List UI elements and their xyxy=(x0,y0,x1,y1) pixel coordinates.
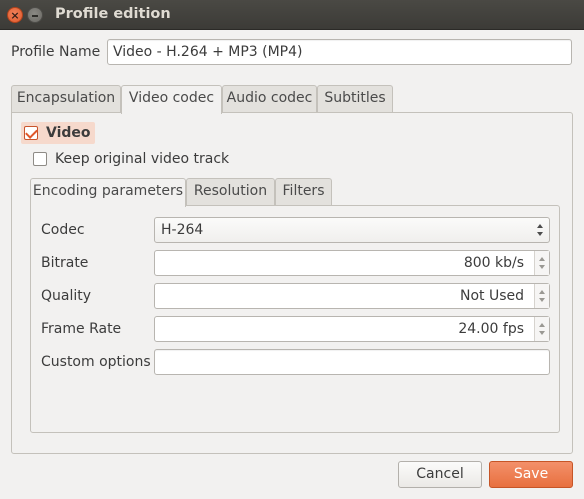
tab-resolution[interactable]: Resolution xyxy=(186,178,275,205)
tab-audio-codec[interactable]: Audio codec xyxy=(222,85,317,112)
custom-options-input[interactable] xyxy=(154,349,550,375)
frame-rate-label: Frame Rate xyxy=(41,321,122,337)
codec-label: Codec xyxy=(41,222,85,238)
quality-spin-buttons[interactable] xyxy=(534,284,549,308)
codec-tabs: Encapsulation Video codec Audio codec Su… xyxy=(11,85,573,114)
keep-original-label: Keep original video track xyxy=(55,151,230,167)
tab-subtitles[interactable]: Subtitles xyxy=(317,85,393,112)
keep-original-video-checkbox[interactable]: Keep original video track xyxy=(33,151,229,167)
tab-filters[interactable]: Filters xyxy=(275,178,332,205)
bitrate-spinner[interactable]: 800 kb/s xyxy=(154,250,550,276)
close-window-button[interactable]: × xyxy=(7,7,23,23)
bitrate-label: Bitrate xyxy=(41,255,89,271)
video-checkbox-box[interactable] xyxy=(24,126,38,140)
cancel-button[interactable]: Cancel xyxy=(398,461,482,488)
window-title: Profile edition xyxy=(55,6,171,22)
title-bar: × Profile edition xyxy=(0,0,584,30)
tab-encapsulation[interactable]: Encapsulation xyxy=(11,85,121,112)
spin-down-icon[interactable] xyxy=(539,331,545,335)
frame-rate-spin-buttons[interactable] xyxy=(534,317,549,341)
spin-up-icon[interactable] xyxy=(539,257,545,261)
custom-options-label: Custom options xyxy=(41,354,151,370)
select-arrows-icon xyxy=(537,223,544,237)
spin-down-icon[interactable] xyxy=(539,298,545,302)
frame-rate-spinner[interactable]: 24.00 fps xyxy=(154,316,550,342)
profile-name-input[interactable]: Video - H.264 + MP3 (MP4) xyxy=(107,39,572,65)
tab-video-codec[interactable]: Video codec xyxy=(121,85,222,114)
profile-name-label: Profile Name xyxy=(11,44,101,60)
quality-spinner[interactable]: Not Used xyxy=(154,283,550,309)
tab-encoding-parameters[interactable]: Encoding parameters xyxy=(30,178,186,207)
quality-value: Not Used xyxy=(459,288,524,304)
codec-select[interactable]: H-264 xyxy=(154,217,550,243)
encoding-subtabs: Encoding parameters Resolution Filters xyxy=(30,178,560,207)
quality-label: Quality xyxy=(41,288,92,304)
codec-select-value: H-264 xyxy=(161,222,204,238)
video-enable-checkbox[interactable]: Video xyxy=(24,125,91,141)
minimize-window-button[interactable] xyxy=(27,7,43,23)
spin-up-icon[interactable] xyxy=(539,323,545,327)
spin-up-icon[interactable] xyxy=(539,290,545,294)
frame-rate-value: 24.00 fps xyxy=(458,321,524,337)
save-button[interactable]: Save xyxy=(489,461,573,488)
spin-down-icon[interactable] xyxy=(539,265,545,269)
bitrate-spin-buttons[interactable] xyxy=(534,251,549,275)
keep-original-checkbox-box[interactable] xyxy=(33,152,47,166)
bitrate-value: 800 kb/s xyxy=(463,255,524,271)
video-enable-label: Video xyxy=(46,125,91,141)
